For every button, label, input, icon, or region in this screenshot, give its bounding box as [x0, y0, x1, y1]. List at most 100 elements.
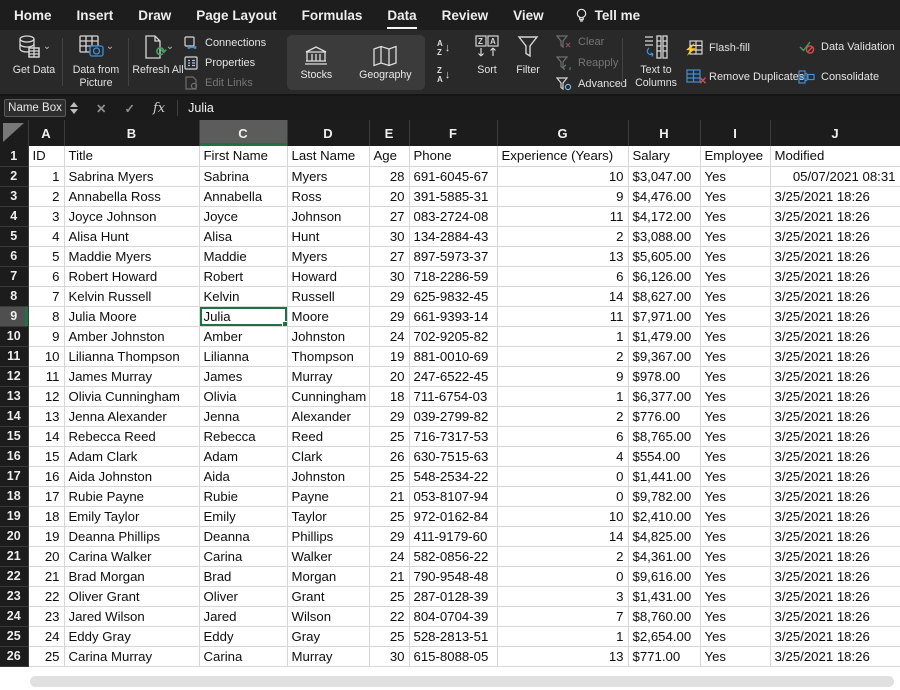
row-header-12[interactable]: 12 [0, 366, 29, 387]
cell-I21[interactable]: Yes [700, 546, 771, 567]
column-header-H[interactable]: H [628, 120, 701, 146]
cell-D11[interactable]: Thompson [287, 346, 370, 367]
cell-E11[interactable]: 19 [369, 346, 410, 367]
cell-H11[interactable]: $9,367.00 [628, 346, 701, 367]
cell-I7[interactable]: Yes [700, 266, 771, 287]
tab-home[interactable]: Home [14, 6, 52, 25]
cell-H3[interactable]: $4,476.00 [628, 186, 701, 207]
cell-G6[interactable]: 13 [497, 246, 629, 267]
cell-G21[interactable]: 2 [497, 546, 629, 567]
row-header-10[interactable]: 10 [0, 326, 29, 347]
cell-D24[interactable]: Wilson [287, 606, 370, 627]
cell-F13[interactable]: 711-6754-03 [409, 386, 498, 407]
row-header-18[interactable]: 18 [0, 486, 29, 507]
cell-A15[interactable]: 14 [28, 426, 65, 447]
cell-J23[interactable]: 3/25/2021 18:26 [770, 586, 900, 607]
cell-H22[interactable]: $9,616.00 [628, 566, 701, 587]
cell-E8[interactable]: 29 [369, 286, 410, 307]
cell-H4[interactable]: $4,172.00 [628, 206, 701, 227]
sort-descending-button[interactable]: Z A ↓ [437, 67, 450, 84]
cell-B18[interactable]: Rubie Payne [64, 486, 200, 507]
cell-I3[interactable]: Yes [700, 186, 771, 207]
cell-I17[interactable]: Yes [700, 466, 771, 487]
cell-H26[interactable]: $771.00 [628, 646, 701, 667]
cell-G26[interactable]: 13 [497, 646, 629, 667]
cell-C5[interactable]: Alisa [199, 226, 288, 247]
cell-D12[interactable]: Murray [287, 366, 370, 387]
cell-F10[interactable]: 702-9205-82 [409, 326, 498, 347]
cell-F12[interactable]: 247-6522-45 [409, 366, 498, 387]
column-header-E[interactable]: E [369, 120, 410, 146]
cell-J17[interactable]: 3/25/2021 18:26 [770, 466, 900, 487]
cell-J20[interactable]: 3/25/2021 18:26 [770, 526, 900, 547]
cell-G20[interactable]: 14 [497, 526, 629, 547]
row-header-13[interactable]: 13 [0, 386, 29, 407]
cell-I23[interactable]: Yes [700, 586, 771, 607]
cell-C24[interactable]: Jared [199, 606, 288, 627]
cell-G12[interactable]: 9 [497, 366, 629, 387]
cell-H7[interactable]: $6,126.00 [628, 266, 701, 287]
properties-button[interactable]: Properties [184, 56, 284, 70]
cell-J4[interactable]: 3/25/2021 18:26 [770, 206, 900, 227]
cell-I24[interactable]: Yes [700, 606, 771, 627]
cell-H12[interactable]: $978.00 [628, 366, 701, 387]
cell-H5[interactable]: $3,088.00 [628, 226, 701, 247]
cell-H23[interactable]: $1,431.00 [628, 586, 701, 607]
cell-C21[interactable]: Carina [199, 546, 288, 567]
cell-A10[interactable]: 9 [28, 326, 65, 347]
tab-view[interactable]: View [513, 6, 544, 25]
data-from-picture-button[interactable]: ⌄ Data from Picture [66, 34, 126, 89]
cell-A2[interactable]: 1 [28, 166, 65, 187]
cell-C10[interactable]: Amber [199, 326, 288, 347]
cell-H6[interactable]: $5,605.00 [628, 246, 701, 267]
cell-G11[interactable]: 2 [497, 346, 629, 367]
sort-button[interactable]: Z A Sort [466, 34, 508, 77]
cell-H15[interactable]: $8,765.00 [628, 426, 701, 447]
row-header-11[interactable]: 11 [0, 346, 29, 367]
cell-D15[interactable]: Reed [287, 426, 370, 447]
row-header-9[interactable]: 9 [0, 306, 29, 327]
cell-A23[interactable]: 22 [28, 586, 65, 607]
cell-E3[interactable]: 20 [369, 186, 410, 207]
cell-E15[interactable]: 25 [369, 426, 410, 447]
cell-C25[interactable]: Eddy [199, 626, 288, 647]
cell-E4[interactable]: 27 [369, 206, 410, 227]
cell-J3[interactable]: 3/25/2021 18:26 [770, 186, 900, 207]
column-header-B[interactable]: B [64, 120, 200, 146]
edit-links-button[interactable]: Edit Links [184, 76, 284, 90]
cell-E5[interactable]: 30 [369, 226, 410, 247]
cell-A21[interactable]: 20 [28, 546, 65, 567]
cell-D26[interactable]: Murray [287, 646, 370, 667]
get-data-button[interactable]: ⌄ Get Data [8, 34, 60, 77]
column-header-F[interactable]: F [409, 120, 498, 146]
cell-G8[interactable]: 14 [497, 286, 629, 307]
cell-E1[interactable]: Age [369, 146, 410, 167]
cell-I1[interactable]: Employee [700, 146, 771, 167]
cell-F16[interactable]: 630-7515-63 [409, 446, 498, 467]
cell-H21[interactable]: $4,361.00 [628, 546, 701, 567]
cell-I12[interactable]: Yes [700, 366, 771, 387]
cell-C12[interactable]: James [199, 366, 288, 387]
row-header-25[interactable]: 25 [0, 626, 29, 647]
cell-J18[interactable]: 3/25/2021 18:26 [770, 486, 900, 507]
cell-F6[interactable]: 897-5973-37 [409, 246, 498, 267]
formula-input[interactable]: Julia [188, 101, 214, 115]
cell-H18[interactable]: $9,782.00 [628, 486, 701, 507]
cell-A13[interactable]: 12 [28, 386, 65, 407]
cell-E13[interactable]: 18 [369, 386, 410, 407]
cell-I15[interactable]: Yes [700, 426, 771, 447]
row-header-1[interactable]: 1 [0, 146, 29, 167]
cell-D25[interactable]: Gray [287, 626, 370, 647]
cell-F8[interactable]: 625-9832-45 [409, 286, 498, 307]
cell-E19[interactable]: 25 [369, 506, 410, 527]
cell-I20[interactable]: Yes [700, 526, 771, 547]
column-header-I[interactable]: I [700, 120, 771, 146]
row-header-2[interactable]: 2 [0, 166, 29, 187]
cell-E22[interactable]: 21 [369, 566, 410, 587]
cell-A24[interactable]: 23 [28, 606, 65, 627]
cell-I10[interactable]: Yes [700, 326, 771, 347]
cell-G5[interactable]: 2 [497, 226, 629, 247]
cell-J26[interactable]: 3/25/2021 18:26 [770, 646, 900, 667]
cell-E26[interactable]: 30 [369, 646, 410, 667]
cell-A3[interactable]: 2 [28, 186, 65, 207]
